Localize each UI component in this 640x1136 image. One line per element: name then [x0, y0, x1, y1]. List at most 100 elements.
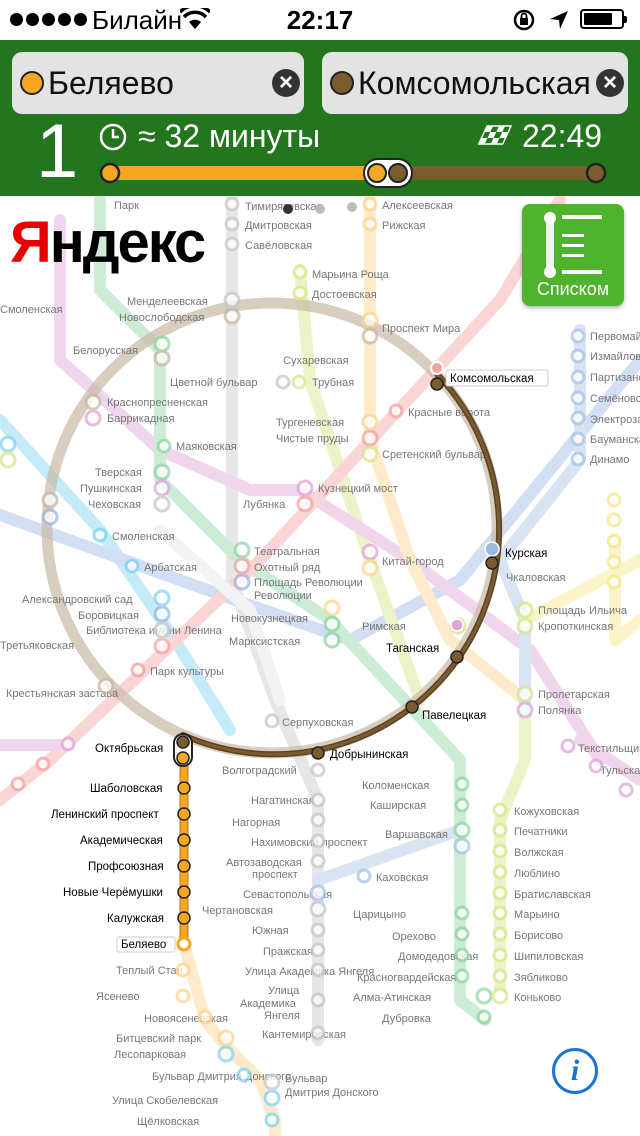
svg-text:Беляево: Беляево — [121, 939, 166, 951]
svg-text:Красногвардейская: Красногвардейская — [357, 972, 456, 984]
svg-text:Теплый Стан: Теплый Стан — [116, 965, 183, 977]
svg-text:Третьяковская: Третьяковская — [0, 640, 74, 652]
svg-text:Комсомольская: Комсомольская — [450, 373, 534, 385]
svg-text:Партизанская: Партизанская — [590, 372, 640, 384]
svg-text:Пражская: Пражская — [263, 946, 313, 958]
svg-text:Ясенево: Ясенево — [96, 991, 140, 1003]
lock-rotation-icon — [513, 9, 535, 31]
route-progress-bar — [99, 158, 607, 188]
svg-text:Сухаревская: Сухаревская — [283, 355, 349, 367]
svg-text:Краснопресненская: Краснопресненская — [107, 397, 208, 409]
status-time: 22:17 — [286, 5, 354, 35]
svg-text:Каховская: Каховская — [376, 872, 428, 884]
svg-text:Чистые пруды: Чистые пруды — [276, 433, 349, 445]
svg-text:Трубная: Трубная — [312, 377, 354, 389]
svg-text:Чкаловская: Чкаловская — [506, 572, 566, 584]
svg-text:Тургеневская: Тургеневская — [276, 417, 344, 429]
svg-text:Коньково: Коньково — [514, 992, 561, 1004]
svg-text:Зябликово: Зябликово — [514, 972, 568, 984]
svg-text:Нагорная: Нагорная — [232, 817, 280, 829]
svg-text:Пролетарская: Пролетарская — [538, 689, 610, 701]
svg-text:Дубровка: Дубровка — [382, 1013, 432, 1025]
svg-text:Марьино: Марьино — [514, 909, 560, 921]
svg-text:Красные ворота: Красные ворота — [408, 407, 491, 419]
svg-text:Белорусская: Белорусская — [73, 345, 138, 357]
svg-text:Кузнецкий мост: Кузнецкий мост — [318, 483, 398, 495]
svg-text:Каширская: Каширская — [370, 800, 426, 812]
svg-text:Охотный ряд: Охотный ряд — [254, 562, 321, 574]
status-bar: Билайн 22:17 — [0, 0, 640, 40]
svg-text:Курская: Курская — [505, 548, 547, 560]
svg-text:Менделеевская: Менделеевская — [127, 296, 208, 308]
svg-text:Новые Черёмушки: Новые Черёмушки — [63, 887, 163, 899]
metro-map[interactable]: Тимирязевская Дмитровская Савёловская Ал… — [0, 196, 640, 1136]
svg-text:Улица: Улица — [268, 985, 300, 997]
svg-text:Кантемировская: Кантемировская — [262, 1029, 346, 1041]
svg-text:Шипиловская: Шипиловская — [514, 951, 583, 963]
clear-from-button[interactable]: × — [272, 69, 300, 97]
svg-text:Дмитровская: Дмитровская — [245, 220, 312, 232]
svg-text:Александровский сад: Александровский сад — [22, 594, 133, 606]
svg-text:Цветной бульвар: Цветной бульвар — [170, 377, 257, 389]
svg-text:Площадь Ильича: Площадь Ильича — [538, 605, 628, 617]
svg-text:Таганская: Таганская — [386, 643, 439, 655]
svg-text:Боровицкая: Боровицкая — [78, 610, 139, 622]
brown-line-marker — [330, 71, 354, 95]
clear-to-button[interactable]: × — [596, 69, 624, 97]
svg-text:Китай-город: Китай-город — [382, 556, 444, 568]
flag-icon — [477, 125, 512, 145]
svg-text:Борисово: Борисово — [514, 930, 563, 942]
svg-text:Царицыно: Царицыно — [353, 909, 406, 921]
svg-text:Нагатинская: Нагатинская — [251, 795, 315, 807]
svg-text:Южная: Южная — [252, 925, 289, 937]
svg-text:Бульвар: Бульвар — [285, 1073, 327, 1085]
from-station-field[interactable]: Беляево × — [12, 52, 304, 114]
svg-text:Маяковская: Маяковская — [176, 441, 237, 453]
svg-text:Улица Скобелевская: Улица Скобелевская — [112, 1095, 218, 1107]
battery-icon — [580, 9, 627, 29]
to-station-field[interactable]: Комсомольская × — [322, 52, 628, 114]
list-view-label: Списком — [536, 279, 610, 299]
svg-text:Волжская: Волжская — [514, 847, 564, 859]
svg-text:Проспект Мира: Проспект Мира — [382, 323, 461, 335]
from-station-name: Беляево — [48, 65, 174, 101]
svg-text:Смоленская: Смоленская — [0, 304, 63, 316]
svg-text:Академическая: Академическая — [80, 835, 163, 847]
list-view-button[interactable]: Списком — [522, 204, 624, 306]
svg-text:Площадь Революции: Площадь Революции — [254, 577, 363, 589]
svg-text:Смоленская: Смоленская — [112, 531, 175, 543]
svg-text:Новоясеневская: Новоясеневская — [144, 1013, 228, 1025]
svg-text:Семёновская: Семёновская — [590, 393, 640, 405]
svg-text:Новокузнецкая: Новокузнецкая — [231, 613, 308, 625]
svg-text:Театральная: Театральная — [254, 546, 320, 558]
info-icon: i — [570, 1054, 580, 1087]
svg-text:Электрозаводская: Электрозаводская — [590, 414, 640, 426]
svg-text:Дмитрия Донского: Дмитрия Донского — [285, 1087, 379, 1099]
svg-text:Баррикадная: Баррикадная — [107, 413, 174, 425]
svg-text:Парк культуры: Парк культуры — [150, 666, 224, 678]
to-station-name: Комсомольская — [358, 65, 591, 101]
svg-text:Измайловская: Измайловская — [590, 351, 640, 363]
svg-text:Сретенский бульвар: Сретенский бульвар — [382, 449, 486, 461]
svg-text:Кожуховская: Кожуховская — [514, 806, 579, 818]
progress-start-marker — [99, 162, 121, 184]
svg-text:Достоевская: Достоевская — [312, 289, 377, 301]
orange-line-marker — [20, 71, 44, 95]
svg-text:Лубянка: Лубянка — [243, 499, 286, 511]
svg-text:Варшавская: Варшавская — [385, 829, 448, 841]
progress-orange-segment — [110, 166, 378, 180]
svg-text:Тверская: Тверская — [95, 467, 142, 479]
svg-text:Автозаводская: Автозаводская — [226, 857, 302, 869]
svg-text:Добрынинская: Добрынинская — [330, 749, 408, 761]
svg-text:Марьина Роща: Марьина Роща — [312, 269, 390, 281]
list-icon — [544, 212, 602, 278]
clear-icon: × — [278, 69, 293, 96]
info-button[interactable]: i — [552, 1048, 598, 1094]
svg-text:Римская: Римская — [362, 621, 406, 633]
svg-text:Коломенская: Коломенская — [362, 780, 429, 792]
svg-text:Щёлковская: Щёлковская — [137, 1116, 199, 1128]
svg-text:Революции: Революции — [254, 590, 312, 602]
svg-text:Чертановская: Чертановская — [202, 905, 273, 917]
svg-text:Чеховская: Чеховская — [88, 499, 141, 511]
svg-text:Савёловская: Савёловская — [245, 240, 312, 252]
